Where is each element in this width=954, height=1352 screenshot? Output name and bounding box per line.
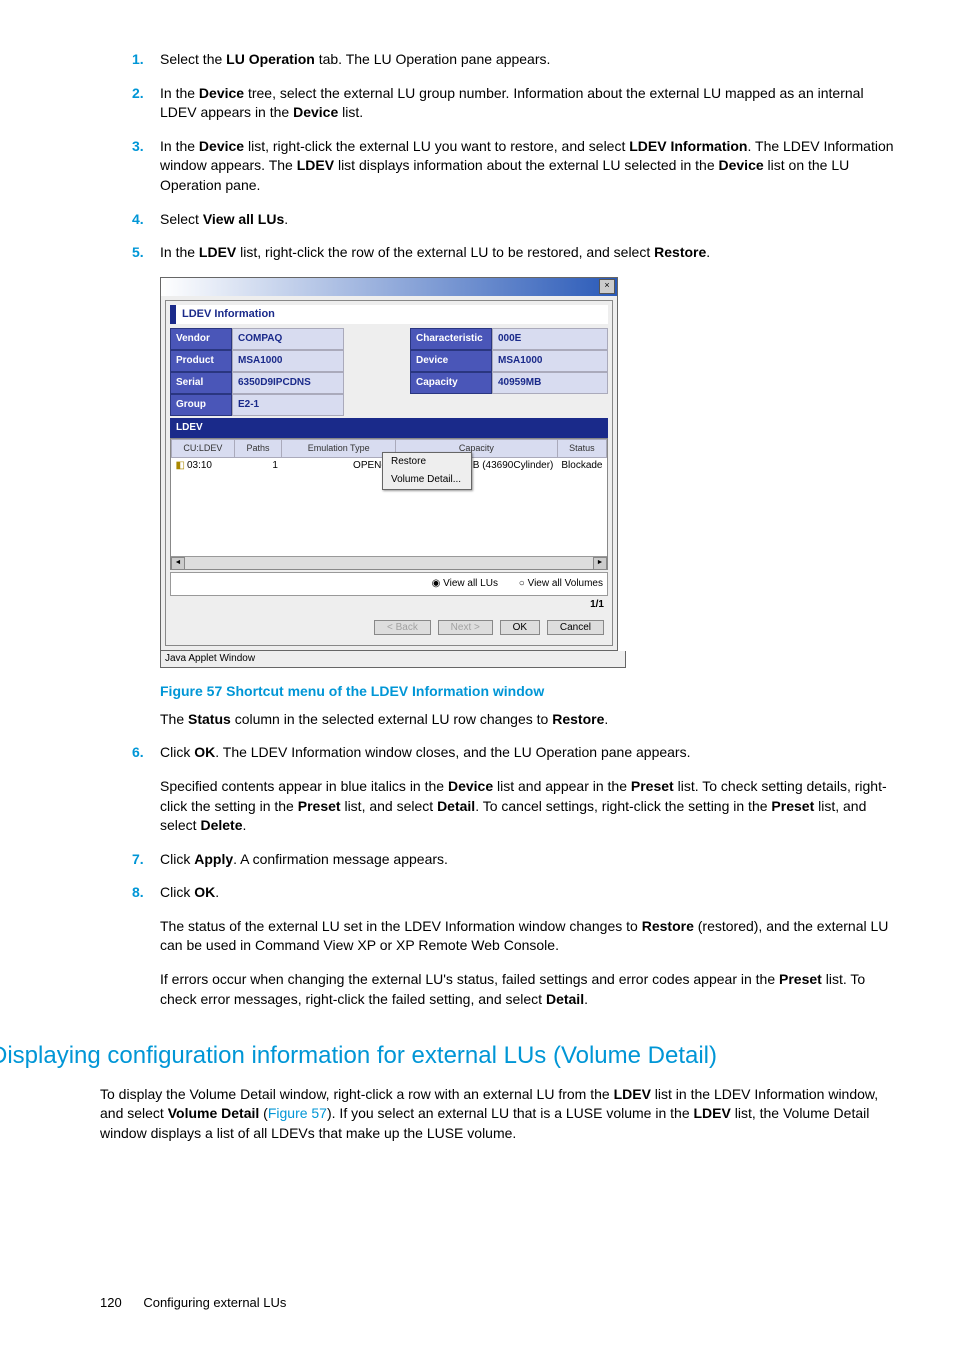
- step-2: 2. In the Device tree, select the extern…: [160, 84, 904, 123]
- ldev-information-window: × LDEV Information Vendor COMPAQ Charact…: [160, 277, 618, 651]
- cancel-button[interactable]: Cancel: [547, 620, 604, 635]
- step-number: 6.: [132, 743, 144, 763]
- page-footer: 120 Configuring external LUs: [100, 1294, 904, 1312]
- back-button: < Back: [374, 620, 431, 635]
- value-group: E2-1: [232, 394, 344, 416]
- label-vendor: Vendor: [170, 328, 232, 350]
- scrollbar-horizontal[interactable]: ◄ ►: [171, 556, 607, 569]
- value-vendor: COMPAQ: [232, 328, 344, 350]
- ok-button[interactable]: OK: [500, 620, 540, 635]
- radio-view-all-lus[interactable]: ◉ View all LUs: [432, 578, 498, 589]
- label-product: Product: [170, 350, 232, 372]
- figure-57: × LDEV Information Vendor COMPAQ Charact…: [160, 277, 904, 668]
- label-serial: Serial: [170, 372, 232, 394]
- step-number: 2.: [132, 84, 144, 104]
- scroll-left-icon[interactable]: ◄: [171, 557, 185, 570]
- value-device: MSA1000: [492, 350, 608, 372]
- value-serial: 6350D9IPCDNS: [232, 372, 344, 394]
- page-number: 120: [100, 1295, 122, 1310]
- close-icon[interactable]: ×: [599, 279, 615, 294]
- col-status: Status: [557, 440, 606, 458]
- col-paths: Paths: [234, 440, 282, 458]
- step-3: 3. In the Device list, right-click the e…: [160, 137, 904, 196]
- info-grid: Vendor COMPAQ Characteristic 000E Produc…: [170, 328, 608, 416]
- label-device: Device: [410, 350, 492, 372]
- step-8: 8. Click OK. The status of the external …: [160, 883, 904, 1009]
- step-number: 1.: [132, 50, 144, 70]
- radio-view-all-volumes[interactable]: ○ View all Volumes: [519, 578, 603, 589]
- step-1: 1. Select the LU Operation tab. The LU O…: [160, 50, 904, 70]
- label-characteristic: Characteristic: [410, 328, 492, 350]
- menu-volume-detail[interactable]: Volume Detail...: [383, 471, 471, 489]
- step-number: 7.: [132, 850, 144, 870]
- next-button: Next >: [438, 620, 493, 635]
- step-4: 4. Select View all LUs.: [160, 210, 904, 230]
- ldev-list[interactable]: CU:LDEV Paths Emulation Type Capacity St…: [170, 438, 608, 570]
- ldev-info-header: LDEV Information: [170, 305, 608, 324]
- value-capacity: 40959MB: [492, 372, 608, 394]
- view-options: ◉ View all LUs ○ View all Volumes: [170, 572, 608, 596]
- footer-title: Configuring external LUs: [143, 1295, 286, 1310]
- step-6: 6. Click OK. The LDEV Information window…: [160, 743, 904, 835]
- step-number: 5.: [132, 243, 144, 263]
- ldev-header: LDEV: [170, 418, 608, 438]
- step-number: 3.: [132, 137, 144, 157]
- value-characteristic: 000E: [492, 328, 608, 350]
- value-product: MSA1000: [232, 350, 344, 372]
- col-cu-ldev: CU:LDEV: [172, 440, 235, 458]
- figure-caption: Figure 57 Shortcut menu of the LDEV Info…: [160, 682, 904, 702]
- label-capacity: Capacity: [410, 372, 492, 394]
- page-count: 1/1: [170, 596, 608, 614]
- volume-icon: ◧: [176, 460, 185, 471]
- label-group: Group: [170, 394, 232, 416]
- menu-restore[interactable]: Restore: [383, 453, 471, 471]
- step-5: 5. In the LDEV list, right-click the row…: [160, 243, 904, 729]
- section-heading: Displaying configuration information for…: [0, 1039, 904, 1073]
- step-number: 8.: [132, 883, 144, 903]
- step-7: 7. Click Apply. A confirmation message a…: [160, 850, 904, 870]
- step-number: 4.: [132, 210, 144, 230]
- section-paragraph: To display the Volume Detail window, rig…: [100, 1085, 904, 1144]
- java-applet-bar: Java Applet Window: [160, 651, 626, 668]
- figure-link[interactable]: Figure 57: [268, 1105, 327, 1121]
- scroll-right-icon[interactable]: ►: [593, 557, 607, 570]
- col-emulation: Emulation Type: [282, 440, 396, 458]
- context-menu: Restore Volume Detail...: [382, 452, 472, 490]
- dialog-titlebar: ×: [161, 278, 617, 296]
